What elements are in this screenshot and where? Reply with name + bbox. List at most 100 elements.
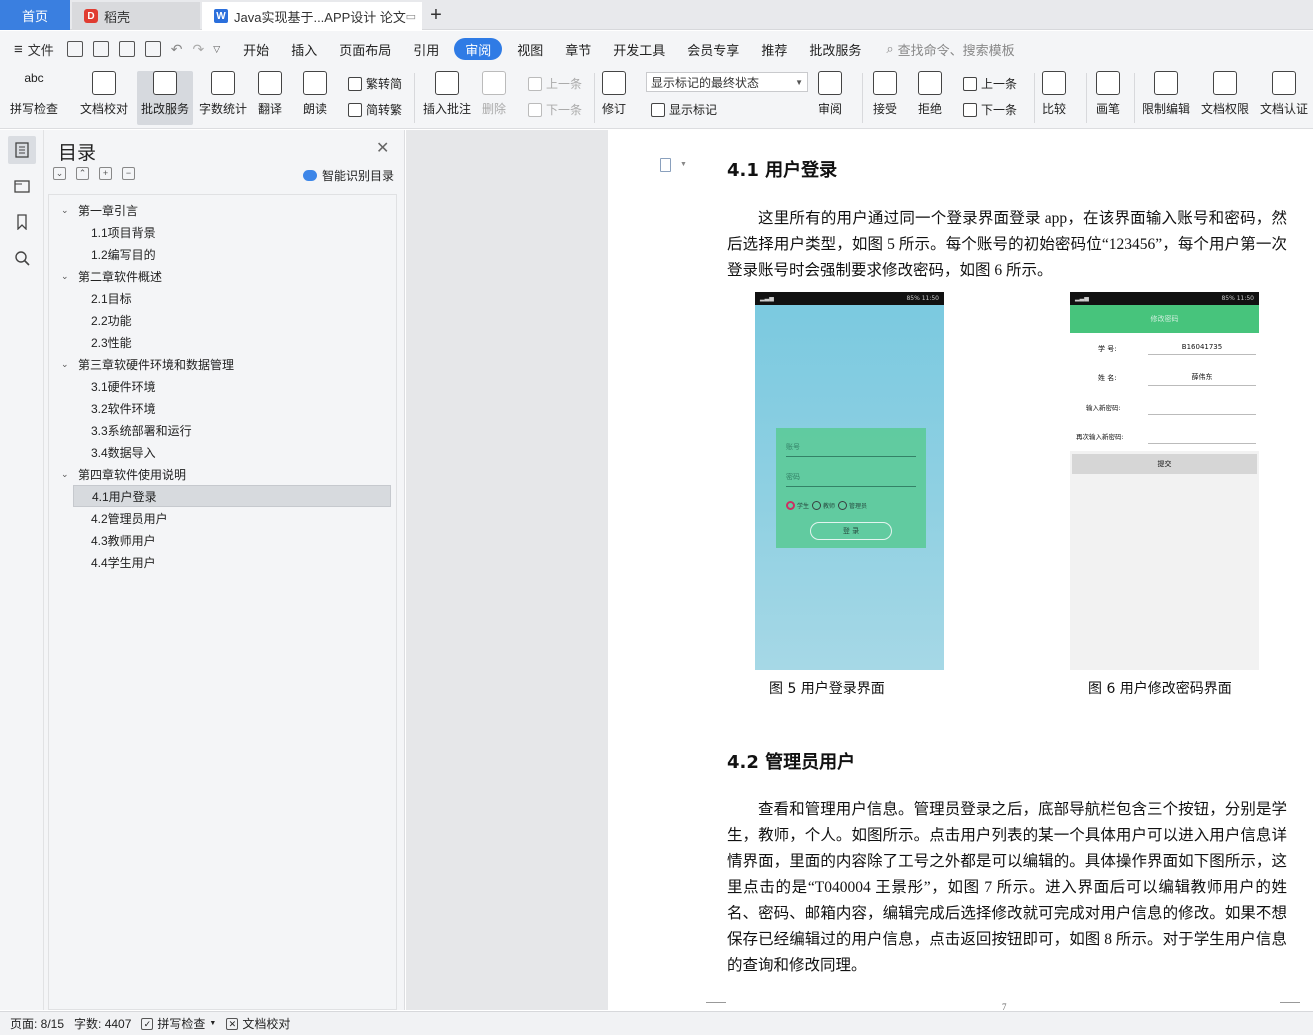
menu-correction[interactable]: 批改服务 xyxy=(798,38,872,60)
restrict-edit-button[interactable]: 限制编辑 xyxy=(1142,71,1190,117)
menu-developer[interactable]: 开发工具 xyxy=(602,38,676,60)
tab-home[interactable]: 首页 xyxy=(0,0,70,30)
toc-section-item[interactable]: 3.4数据导入 xyxy=(49,441,396,463)
toc-section-item[interactable]: 4.1用户登录 xyxy=(73,485,391,507)
menu-page-layout[interactable]: 页面布局 xyxy=(328,38,402,60)
radio-admin[interactable]: 管理员 xyxy=(838,501,867,510)
toc-section-item[interactable]: 1.1项目背景 xyxy=(49,221,396,243)
correction-service-button[interactable]: 批改服务 xyxy=(137,71,194,125)
doc-proof-button[interactable]: 文档校对 xyxy=(80,71,128,117)
menu-chapter[interactable]: 章节 xyxy=(554,38,602,60)
toc-section-item[interactable]: 2.3性能 xyxy=(49,331,396,353)
menu-start[interactable]: 开始 xyxy=(232,38,280,60)
revise-button[interactable]: 修订 xyxy=(602,71,626,117)
print-icon[interactable] xyxy=(118,41,135,57)
show-markup-button[interactable]: 显示标记 xyxy=(651,101,717,118)
accept-button[interactable]: 接受 xyxy=(873,71,897,117)
review-pane-button[interactable]: 审阅 xyxy=(818,71,842,117)
reject-button[interactable]: 拒绝 xyxy=(918,71,942,117)
toc-nav-button[interactable] xyxy=(8,136,36,164)
menu-insert[interactable]: 插入 xyxy=(280,38,328,60)
prev-revision-button[interactable]: 上一条 xyxy=(963,75,1017,92)
undo-icon[interactable]: ↶ xyxy=(171,41,183,58)
menu-references[interactable]: 引用 xyxy=(402,38,450,60)
toc-chapter-item[interactable]: ⌄ 第四章软件使用说明 xyxy=(49,463,396,485)
next-revision-button[interactable]: 下一条 xyxy=(963,101,1017,118)
spell-check-toggle[interactable]: ✓ 拼写检查 ▼ xyxy=(141,1015,216,1032)
command-search[interactable]: ⌕ 查找命令、搜索模板 xyxy=(886,40,1014,59)
page-icon[interactable] xyxy=(660,158,671,172)
account-input[interactable]: 账号 xyxy=(786,442,916,457)
close-icon[interactable]: ✕ xyxy=(376,138,389,158)
radio-student[interactable]: 学生 xyxy=(786,501,809,510)
bookmark-nav-button[interactable] xyxy=(8,208,36,236)
prev-comment-button[interactable]: 上一条 xyxy=(528,75,582,92)
find-nav-button[interactable] xyxy=(8,244,36,272)
read-aloud-button[interactable]: 朗读 xyxy=(303,71,327,117)
menu-member[interactable]: 会员专享 xyxy=(676,38,750,60)
trad-to-simp-button[interactable]: 繁转简 xyxy=(348,75,402,92)
toc-section-item[interactable]: 2.2功能 xyxy=(49,309,396,331)
doc-cert-button[interactable]: 文档认证 xyxy=(1260,71,1308,117)
translate-button[interactable]: 翻译 xyxy=(258,71,282,117)
restrict-edit-label: 限制编辑 xyxy=(1142,102,1191,116)
window-mode-icon[interactable]: ▭ xyxy=(406,10,416,23)
pen-button[interactable]: 画笔 xyxy=(1096,71,1120,117)
tab-daoke[interactable]: D 稻壳 xyxy=(72,2,200,30)
print-preview-icon[interactable] xyxy=(144,41,161,57)
file-menu[interactable]: ≡ 文件 xyxy=(0,40,62,59)
menu-view[interactable]: 视图 xyxy=(506,38,554,60)
toc-section-item[interactable]: 4.3教师用户 xyxy=(49,529,396,551)
add-heading-icon[interactable]: + xyxy=(99,167,112,180)
tab-document[interactable]: W Java实现基于...APP设计 论文 ▭ xyxy=(202,2,422,30)
submit-button[interactable]: 提交 xyxy=(1072,454,1257,474)
remove-heading-icon[interactable]: − xyxy=(122,167,135,180)
simp-to-trad-button[interactable]: 简转繁 xyxy=(348,101,402,118)
radio-teacher[interactable]: 教师 xyxy=(812,501,835,510)
page-indicator[interactable]: 页面: 8/15 xyxy=(10,1015,64,1032)
translate-label: 翻译 xyxy=(258,102,283,116)
toc-chapter-item[interactable]: ⌄ 第二章软件概述 xyxy=(49,265,396,287)
toc-chapter-item[interactable]: ⌄ 第一章引言 xyxy=(49,199,396,221)
toc-section-item[interactable]: 3.2软件环境 xyxy=(49,397,396,419)
menu-review[interactable]: 审阅 xyxy=(454,38,503,60)
word-count-button[interactable]: 字数统计 xyxy=(199,71,247,117)
password-input[interactable]: 密码 xyxy=(786,472,916,487)
chevron-down-icon[interactable]: ⌄ xyxy=(61,205,75,216)
toc-section-item[interactable]: 4.4学生用户 xyxy=(49,551,396,573)
insert-comment-button[interactable]: 插入批注 xyxy=(423,71,471,117)
save-icon[interactable] xyxy=(66,41,83,57)
chevron-down-icon[interactable]: ⌄ xyxy=(61,271,75,282)
chevron-down-icon[interactable]: ⌄ xyxy=(61,359,75,370)
smart-toc-button[interactable]: 智能识别目录 xyxy=(303,167,394,184)
toc-section-item[interactable]: 2.1目标 xyxy=(49,287,396,309)
compare-button[interactable]: 比较 xyxy=(1042,71,1066,117)
doc-proof-toggle[interactable]: ✕ 文档校对 xyxy=(226,1015,290,1032)
next-comment-icon xyxy=(528,102,542,117)
chevron-down-icon[interactable]: ⌄ xyxy=(61,469,75,480)
redo-icon[interactable]: ↷ xyxy=(193,41,205,58)
doc-permission-button[interactable]: 文档权限 xyxy=(1201,71,1249,117)
display-state-select[interactable]: 显示标记的最终状态 ▼ xyxy=(646,72,808,92)
read-aloud-label: 朗读 xyxy=(303,102,328,116)
new-password-input[interactable] xyxy=(1148,414,1256,415)
toc-section-item[interactable]: 4.2管理员用户 xyxy=(49,507,396,529)
delete-comment-button[interactable]: 删除 xyxy=(482,71,506,117)
expand-icon[interactable]: ⌃ xyxy=(76,167,89,180)
toc-section-item[interactable]: 3.3系统部署和运行 xyxy=(49,419,396,441)
menu-recommend[interactable]: 推荐 xyxy=(750,38,798,60)
export-pdf-icon[interactable] xyxy=(92,41,109,57)
spell-check-button[interactable]: abc 拼写检查 xyxy=(10,71,58,117)
quick-access-dropdown-icon[interactable]: ▽ xyxy=(213,44,220,55)
collapse-icon[interactable]: ⌄ xyxy=(53,167,66,180)
repeat-password-input[interactable] xyxy=(1148,443,1256,444)
toc-section-item[interactable]: 3.1硬件环境 xyxy=(49,375,396,397)
next-comment-button[interactable]: 下一条 xyxy=(528,101,582,118)
word-count-indicator[interactable]: 字数: 4407 xyxy=(74,1015,131,1032)
toc-chapter-item[interactable]: ⌄ 第三章软硬件环境和数据管理 xyxy=(49,353,396,375)
chapter-nav-button[interactable] xyxy=(8,172,36,200)
new-tab-button[interactable]: + xyxy=(426,3,446,27)
chevron-down-icon[interactable]: ▼ xyxy=(680,160,687,168)
login-button[interactable]: 登 录 xyxy=(810,522,892,540)
toc-section-item[interactable]: 1.2编写目的 xyxy=(49,243,396,265)
